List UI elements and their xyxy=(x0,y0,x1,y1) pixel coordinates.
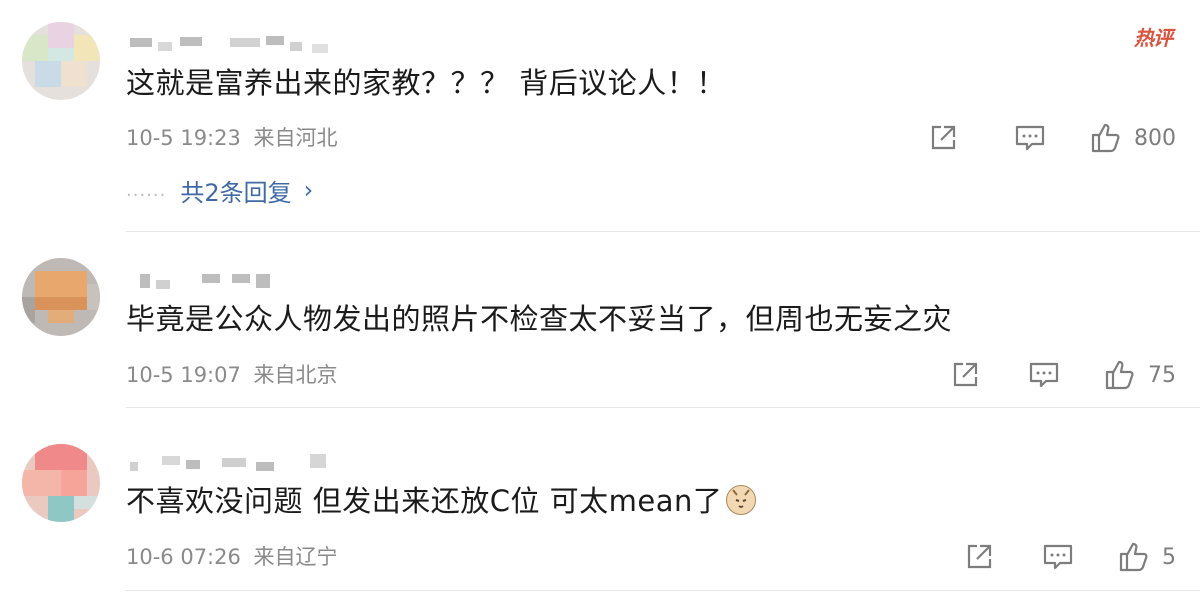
share-button[interactable] xyxy=(964,542,994,572)
comment-text: 这就是富养出来的家教？？？ 背后议论人！！ xyxy=(126,66,726,100)
comment-text: 毕竟是公众人物发出的照片不检查太不妥当了，但周也无妄之灾 xyxy=(126,302,953,336)
divider xyxy=(126,590,1200,591)
share-button[interactable] xyxy=(928,123,958,153)
like-button[interactable]: 75 xyxy=(1104,359,1176,391)
avatar[interactable] xyxy=(22,258,100,336)
thumbs-up-icon xyxy=(1105,360,1134,390)
like-button[interactable]: 800 xyxy=(1090,122,1176,154)
comment-time: 10-6 07:26 xyxy=(126,545,241,569)
comment-location: 来自辽宁 xyxy=(253,545,338,569)
comment-text-content: 不喜欢没问题 但发出来还放C位 可太mean了 xyxy=(126,484,723,518)
cat-emoji-icon xyxy=(726,485,757,515)
share-icon xyxy=(953,362,978,387)
comment-location: 来自北京 xyxy=(253,363,338,387)
view-replies-link[interactable]: ...... 共2条回复 › xyxy=(126,172,313,208)
share-icon xyxy=(967,544,992,569)
comment-button[interactable] xyxy=(1014,123,1046,153)
comment-button[interactable] xyxy=(1028,360,1060,390)
replies-dots: ...... xyxy=(126,179,167,201)
comment-time: 10-5 19:07 xyxy=(126,363,241,387)
comment-time: 10-5 19:23 xyxy=(126,126,241,150)
like-button[interactable]: 5 xyxy=(1118,541,1176,573)
comment-item: 这就是富养出来的家教？？？ 背后议论人！！ 10-5 19:23 来自河北 80… xyxy=(0,0,1200,232)
comment-meta: 10-6 07:26 来自辽宁 xyxy=(126,543,338,571)
comment-meta: 10-5 19:07 来自北京 xyxy=(126,361,338,389)
comment-text: 不喜欢没问题 但发出来还放C位 可太mean了 xyxy=(126,481,757,521)
replies-label: 共2条回复 xyxy=(180,178,292,207)
thumbs-up-icon xyxy=(1091,123,1120,153)
comment-item: 毕竟是公众人物发出的照片不检查太不妥当了，但周也无妄之灾 10-5 19:07 … xyxy=(0,232,1200,408)
share-icon xyxy=(931,125,956,150)
comment-actions: 5 xyxy=(964,539,1176,575)
username-blurred[interactable] xyxy=(126,274,286,296)
comment-icon xyxy=(1029,362,1059,388)
comment-actions: 75 xyxy=(950,357,1176,393)
comment-actions: 800 xyxy=(928,120,1176,156)
username-blurred[interactable] xyxy=(126,34,336,56)
avatar[interactable] xyxy=(22,22,100,100)
chevron-right-icon: › xyxy=(303,176,314,204)
username-blurred[interactable] xyxy=(126,454,336,476)
comment-meta: 10-5 19:23 来自河北 xyxy=(126,124,338,152)
like-count: 800 xyxy=(1134,125,1176,151)
comment-icon xyxy=(1015,125,1045,151)
comment-button[interactable] xyxy=(1042,542,1074,572)
comment-location: 来自河北 xyxy=(253,126,338,150)
comment-icon xyxy=(1043,544,1073,570)
like-count: 75 xyxy=(1148,362,1176,388)
like-count: 5 xyxy=(1162,544,1176,570)
thumbs-up-icon xyxy=(1119,542,1148,572)
comment-item: 不喜欢没问题 但发出来还放C位 可太mean了 10-6 07:26 来自辽宁 … xyxy=(0,408,1200,614)
share-button[interactable] xyxy=(950,360,980,390)
avatar[interactable] xyxy=(22,444,100,522)
